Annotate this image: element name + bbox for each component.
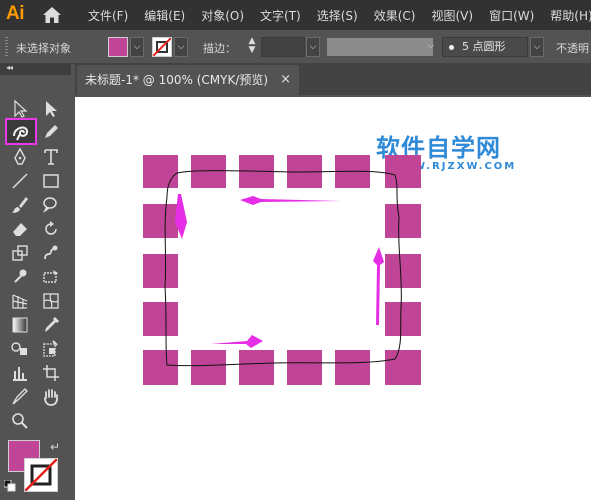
eraser-tool-icon[interactable] [7, 217, 33, 241]
menu-select[interactable]: 选择(S) [317, 7, 358, 24]
menu-edit[interactable]: 编辑(E) [144, 7, 185, 24]
none-stroke-icon [153, 38, 171, 56]
slice-tool-icon[interactable] [7, 385, 33, 409]
shaper-tool-icon[interactable] [5, 118, 37, 145]
menu-type[interactable]: 文字(T) [260, 7, 301, 24]
profile-chevron-icon[interactable]: ⌵ [424, 37, 438, 57]
fill-color-swatch[interactable] [108, 37, 128, 57]
brush-definition[interactable]: 5 点圆形 [442, 37, 528, 57]
square[interactable] [385, 350, 421, 385]
document-tab-title: 未标题-1* @ 100% (CMYK/预览) [85, 73, 269, 87]
default-colors-icon[interactable] [4, 480, 16, 492]
artboard-tool-icon[interactable] [38, 361, 64, 385]
stroke-weight-input[interactable] [261, 37, 305, 57]
collapse-icon[interactable]: ◂◂ [6, 63, 13, 72]
menu-effect[interactable]: 效果(C) [374, 7, 416, 24]
pen-tool-icon[interactable] [7, 145, 33, 169]
direction-arrow [211, 335, 263, 348]
blend-tool-icon[interactable] [7, 337, 33, 361]
warp-tool-icon[interactable] [38, 241, 64, 265]
swap-colors-icon[interactable]: ↵ [50, 440, 60, 454]
square[interactable] [143, 204, 178, 238]
gradient-tool-icon[interactable] [7, 313, 33, 337]
menu-view[interactable]: 视图(V) [431, 7, 473, 24]
square[interactable] [287, 350, 322, 385]
stroke-label: 描边： [203, 42, 236, 55]
control-bar: 未选择对象 ⌵ ⌵ 描边： ▲ ▼ ⌵ ⌵ 5 点圆形 ⌵ 不透明 [0, 31, 591, 64]
home-icon[interactable] [42, 6, 62, 24]
square[interactable] [335, 350, 370, 385]
square[interactable] [143, 155, 178, 188]
document-tab-bar: 未标题-1* @ 100% (CMYK/预览) × [75, 63, 591, 95]
zoom-tool-icon[interactable] [7, 409, 33, 433]
square[interactable] [143, 302, 178, 336]
mesh-tool-icon[interactable] [38, 289, 64, 313]
document-tab[interactable]: 未标题-1* @ 100% (CMYK/预览) × [77, 65, 299, 95]
perspective-grid-tool-icon[interactable] [7, 289, 33, 313]
puppet-warp-tool-icon[interactable] [7, 265, 33, 289]
app-logo: Ai [6, 3, 25, 24]
square[interactable] [191, 350, 226, 385]
rotate-tool-icon[interactable] [38, 217, 64, 241]
square[interactable] [385, 254, 421, 288]
eyedropper-tool-icon[interactable] [38, 313, 64, 337]
type-tool-icon[interactable] [38, 145, 64, 169]
line-tool-icon[interactable] [7, 169, 33, 193]
menu-object[interactable]: 对象(O) [201, 7, 244, 24]
opacity-label[interactable]: 不透明 [556, 40, 589, 56]
brush-label: 5 点圆形 [462, 40, 506, 53]
square[interactable] [385, 155, 421, 188]
menu-window[interactable]: 窗口(W) [489, 7, 534, 24]
artboard-canvas[interactable]: 软件自学网 WWW.RJZXW.COM [75, 97, 591, 500]
fill-dropdown-chevron-icon[interactable]: ⌵ [130, 37, 144, 57]
selection-status: 未选择对象 [16, 42, 71, 55]
square[interactable] [385, 204, 421, 238]
close-tab-icon[interactable]: × [280, 65, 291, 95]
square[interactable] [143, 254, 178, 288]
menu-file[interactable]: 文件(F) [88, 7, 128, 24]
hand-tool-icon[interactable] [38, 385, 64, 409]
stroke-color-box[interactable] [24, 458, 58, 492]
direction-arrow [240, 196, 341, 205]
direction-arrow [373, 247, 384, 325]
stroke-dropdown-chevron-icon[interactable]: ⌵ [174, 37, 188, 57]
menu-list: 文件(F) 编辑(E) 对象(O) 文字(T) 选择(S) 效果(C) 视图(V… [88, 0, 591, 30]
live-paint-tool-icon[interactable] [38, 337, 64, 361]
paintbrush-tool-icon[interactable] [7, 193, 33, 217]
square[interactable] [239, 350, 274, 385]
scale-tool-icon[interactable] [7, 241, 33, 265]
direct-selection-tool-icon[interactable] [38, 97, 64, 121]
rectangle-tool-icon[interactable] [38, 169, 64, 193]
artwork [143, 155, 421, 385]
brush-dot-icon [449, 44, 454, 50]
menu-bar: Ai 文件(F) 编辑(E) 对象(O) 文字(T) 选择(S) 效果(C) 视… [0, 0, 591, 30]
square[interactable] [385, 302, 421, 336]
stroke-spinner-icon[interactable]: ▲ ▼ [244, 37, 260, 57]
menu-help[interactable]: 帮助(H) [550, 7, 591, 24]
stroke-weight-chevron-icon[interactable]: ⌵ [306, 37, 320, 57]
variable-width-profile[interactable] [327, 38, 433, 56]
panel-grip[interactable] [5, 37, 8, 57]
pencil-tool-icon[interactable] [38, 120, 64, 144]
square[interactable] [143, 350, 178, 385]
free-transform-tool-icon[interactable] [38, 265, 64, 289]
blob-brush-tool-icon[interactable] [38, 193, 64, 217]
none-stroke-icon [25, 459, 57, 491]
brush-chevron-icon[interactable]: ⌵ [530, 37, 544, 57]
graph-tool-icon[interactable] [7, 361, 33, 385]
tools-panel-header: ◂◂ [0, 63, 71, 75]
stroke-color-swatch[interactable] [152, 37, 172, 57]
